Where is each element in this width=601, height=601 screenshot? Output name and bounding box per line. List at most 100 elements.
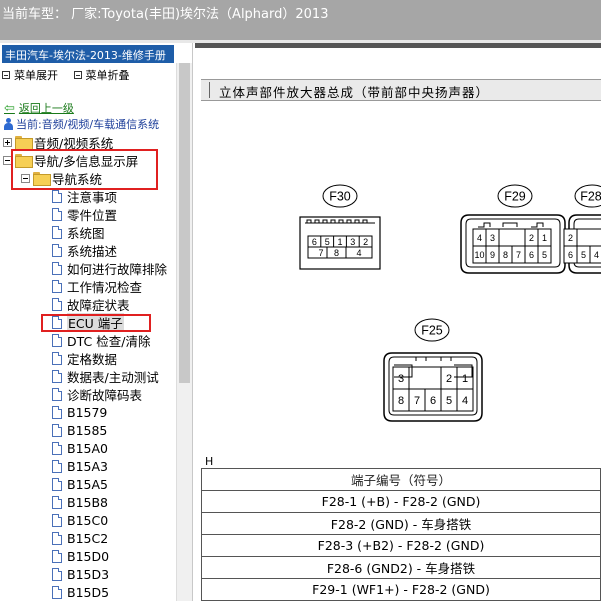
tree-item[interactable]: 如何进行故障排除 <box>52 259 167 277</box>
folder-icon <box>15 136 33 150</box>
expand-all-button[interactable]: 菜单展开 <box>2 67 58 83</box>
tree-item[interactable]: B15C2 <box>52 529 108 547</box>
section-title: 立体声部件放大器总成（带前部中央扬声器） <box>201 79 601 101</box>
pin-label: 3 <box>350 237 355 247</box>
collapse-icon <box>73 71 82 79</box>
tree-toolbar: 菜单展开 菜单折叠 <box>2 67 142 83</box>
terminal-table: 端子编号（符号） F28-1 (+B) - F28-2 (GND) F28-2 … <box>201 468 601 601</box>
document-icon <box>52 513 62 527</box>
pin-label: 10 <box>474 250 484 260</box>
document-icon <box>52 531 62 545</box>
connector-f25-label: F25 <box>421 324 443 338</box>
tree-item[interactable]: B1585 <box>52 421 107 439</box>
tree-item[interactable]: B15D3 <box>52 565 109 583</box>
tree-item[interactable]: 诊断故障码表 <box>52 385 142 403</box>
current-location: 当前:音频/视频/车载通信系统 <box>4 116 159 132</box>
tree-item[interactable]: B15B8 <box>52 493 108 511</box>
connector-f30-label: F30 <box>329 190 351 204</box>
table-row: F29-1 (WF1+) - F28-2 (GND) <box>201 578 601 601</box>
pin-label: 3 <box>490 233 495 243</box>
pin-label: 4 <box>462 395 468 407</box>
pin-label: 5 <box>325 237 330 247</box>
pin-label: 4 <box>477 233 482 243</box>
collapse-all-button[interactable]: 菜单折叠 <box>73 67 130 83</box>
pin-label: 7 <box>516 250 521 260</box>
tree-item-label: 零件位置 <box>67 207 118 223</box>
document-icon <box>52 567 62 581</box>
back-link[interactable]: ⇦ 返回上一级 <box>4 100 74 116</box>
pin-label: 8 <box>503 250 508 260</box>
pin-label: 1 <box>462 373 468 385</box>
pin-label: 5 <box>446 395 452 407</box>
table-cell: F28-1 (+B) - F28-2 (GND) <box>201 490 601 513</box>
tree-item-label: B15C0 <box>67 512 109 528</box>
tree-item[interactable]: B15A3 <box>52 457 108 475</box>
connector-diagram: F30 6 5 1 3 2 7 8 4 F29 4 3 2 1 10 9 8 7… <box>299 184 601 422</box>
document-icon <box>52 423 62 437</box>
expand-all-label: 菜单展开 <box>14 69 58 82</box>
tree-item-label: B15C2 <box>67 530 109 546</box>
tree-item[interactable]: 定格数据 <box>52 349 117 367</box>
tree-item[interactable]: 系统图 <box>52 223 105 241</box>
tree-item[interactable]: 故障症状表 <box>52 295 130 313</box>
table-cell: F28-2 (GND) - 车身搭铁 <box>201 512 601 535</box>
table-row: F28-3 (+B2) - F28-2 (GND) <box>201 534 601 557</box>
expand-toggle-icon[interactable] <box>3 137 12 147</box>
tree-item[interactable]: DTC 检查/清除 <box>52 331 150 349</box>
tree-item-label: B1585 <box>67 422 108 438</box>
document-icon <box>52 261 62 275</box>
tree-item[interactable]: 系统描述 <box>52 241 117 259</box>
window-title: 当前车型： 厂家:Toyota(丰田)埃尔法（Alphard）2013 <box>2 7 329 22</box>
pin-label: 2 <box>568 233 573 243</box>
tree-item-label: 系统描述 <box>67 243 118 259</box>
document-icon <box>52 441 62 455</box>
pin-label: 3 <box>398 373 404 385</box>
collapse-all-label: 菜单折叠 <box>85 69 130 82</box>
tree-item-label: B1579 <box>67 404 108 420</box>
pin-label: 6 <box>568 250 573 260</box>
content-top-border <box>195 43 601 48</box>
tree-item[interactable]: 工作情况检查 <box>52 277 142 295</box>
connector-f29: F29 4 3 2 1 10 9 8 7 6 5 <box>460 184 566 274</box>
tree-item[interactable]: B15C0 <box>52 511 108 529</box>
tree-item[interactable]: 零件位置 <box>52 205 117 223</box>
content-pane: 立体声部件放大器总成（带前部中央扬声器） F30 6 5 1 3 2 7 8 4 <box>195 43 601 601</box>
tree-item-label: B15A0 <box>67 440 108 456</box>
document-icon <box>52 387 62 401</box>
tree-item[interactable]: B15D0 <box>52 547 109 565</box>
tree-item-label: B15D5 <box>67 584 110 600</box>
tree-item-label: B15B8 <box>67 494 109 510</box>
table-cell: F29-1 (WF1+) - F28-2 (GND) <box>201 578 601 601</box>
tree-item[interactable]: B15D5 <box>52 583 109 601</box>
navigation-pane: 丰田汽车-埃尔法-2013-维修手册 菜单展开 菜单折叠 ⇦ 返回上一级 当前:… <box>0 43 193 601</box>
tree-item[interactable]: B15A0 <box>52 439 108 457</box>
pin-label: 8 <box>398 395 404 407</box>
tree-item-label: 定格数据 <box>67 351 118 367</box>
connector-f28: F28 2 6 5 4 <box>563 184 601 274</box>
pin-label: 2 <box>446 373 452 385</box>
tree-item-label: 如何进行故障排除 <box>67 261 168 277</box>
document-icon <box>52 369 62 383</box>
pin-label: 9 <box>490 250 495 260</box>
pin-label: 5 <box>542 250 547 260</box>
highlight-annotation-ecu <box>41 314 151 332</box>
tree-item[interactable]: B15A5 <box>52 475 108 493</box>
tree-scrollbar[interactable] <box>176 63 192 601</box>
scrollbar-thumb[interactable] <box>179 63 190 383</box>
pin-label: 6 <box>430 395 436 407</box>
table-cell: F28-3 (+B2) - F28-2 (GND) <box>201 534 601 557</box>
connector-f25: F25 3 2 1 8 7 6 5 4 <box>383 318 483 422</box>
document-icon <box>52 225 62 239</box>
current-location-label: 当前:音频/视频/车载通信系统 <box>16 118 160 131</box>
document-icon <box>52 279 62 293</box>
tree-item[interactable]: B1579 <box>52 403 107 421</box>
tree-item-label: B15D3 <box>67 566 110 582</box>
pin-label: 7 <box>414 395 420 407</box>
pin-label: 6 <box>529 250 534 260</box>
connector-f30: F30 6 5 1 3 2 7 8 4 <box>299 184 381 270</box>
tree-item-label: 工作情况检查 <box>67 279 143 295</box>
tree-item[interactable]: 数据表/主动测试 <box>52 367 159 385</box>
tree-item-label: B15A3 <box>67 458 108 474</box>
window-title-bar: 当前车型： 厂家:Toyota(丰田)埃尔法（Alphard）2013 <box>0 0 601 40</box>
document-icon <box>52 207 62 221</box>
